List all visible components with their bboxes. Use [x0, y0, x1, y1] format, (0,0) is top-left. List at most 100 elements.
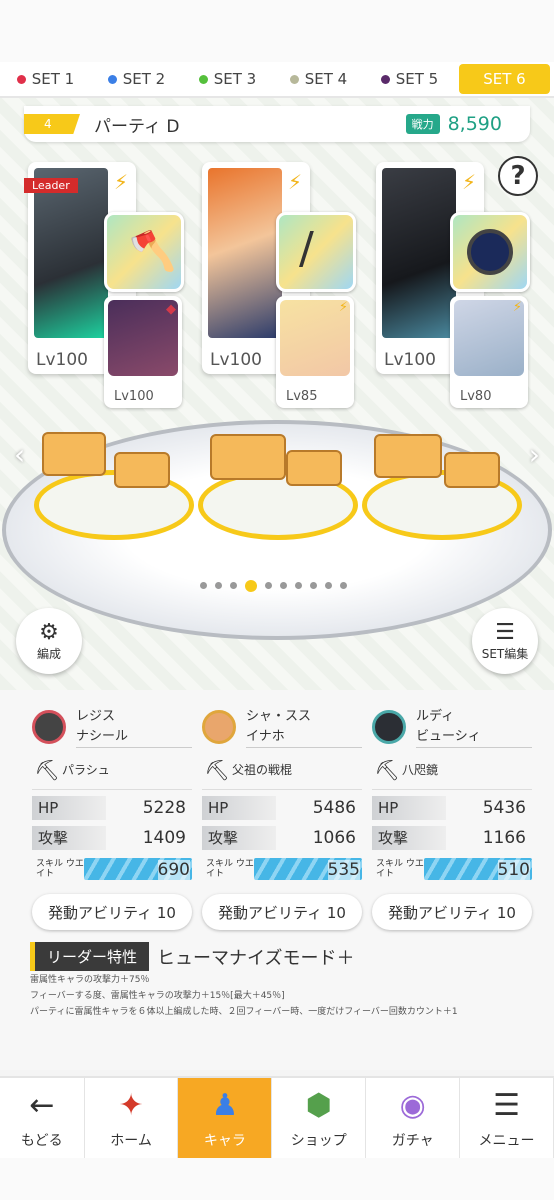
- header-decoration: [0, 0, 554, 64]
- hp-stat: HP 5486: [202, 796, 362, 820]
- set-edit-button[interactable]: ☰ SET編集: [472, 608, 538, 674]
- hp-stat: HP 5228: [32, 796, 192, 820]
- attack-stat: 攻撃 1066: [202, 826, 362, 850]
- bottom-nav: ← もどる ✦ ホーム ♟ キャラ ⬢ ショップ ◉ ガチャ ☰ メニュー: [0, 1076, 554, 1158]
- set-color-dot: [107, 74, 117, 84]
- set-color-dot: [198, 74, 208, 84]
- nav-shop[interactable]: ⬢ ショップ: [272, 1078, 367, 1158]
- pedestal: [114, 452, 170, 488]
- bottom-bar: [0, 1158, 554, 1200]
- weapon-icon: ⛏: [34, 757, 60, 782]
- weapon-row: ⛏ パラシュ: [32, 750, 192, 790]
- power-value: 8,590: [447, 113, 502, 135]
- nav-chara[interactable]: ♟ キャラ: [178, 1078, 273, 1158]
- thunder-element-icon: ⚡: [512, 300, 522, 315]
- tab-set-6[interactable]: SET 6: [459, 64, 550, 94]
- page-dot[interactable]: [310, 582, 317, 589]
- formation-icon: ⚙: [39, 619, 59, 645]
- hp-stat: HP 5436: [372, 796, 532, 820]
- main-level: Lv100: [210, 350, 262, 370]
- weapon-slot[interactable]: [450, 212, 530, 292]
- party-name[interactable]: パーティ D: [94, 112, 406, 137]
- leader-trait-description: 雷属性キャラの攻撃力＋75％ フィーバーする度、雷属性キャラの攻撃力＋15％[最…: [30, 975, 458, 1017]
- attack-stat: 攻撃 1409: [32, 826, 192, 850]
- ability-button[interactable]: 発動アビリティ 10: [202, 894, 362, 930]
- character-portrait: [34, 168, 108, 338]
- prev-arrow-icon[interactable]: ‹: [14, 438, 25, 471]
- shop-icon: ⬢: [305, 1088, 332, 1123]
- character-portrait: [382, 168, 456, 338]
- next-arrow-icon[interactable]: ›: [529, 438, 540, 471]
- party-scene: SET 1 SET 2 SET 3 SET 4 SET 5 SET 6 4 パー…: [0, 0, 554, 690]
- page-indicator: [200, 580, 347, 592]
- character-status-column: ルディ ビューシィ ⛏ 八咫鏡 HP 5436 攻撃 1166 スキル ウエイト 510…: [372, 704, 532, 930]
- set-color-dot: [16, 74, 26, 84]
- gacha-icon: ◉: [399, 1088, 426, 1123]
- main-level: Lv100: [36, 350, 88, 370]
- chara-icon: ♟: [211, 1088, 239, 1123]
- weapon-icon: ⛏: [374, 757, 400, 782]
- menu-icon: ☰: [493, 1088, 520, 1123]
- page-dot-active[interactable]: [245, 580, 257, 592]
- ability-button[interactable]: 発動アビリティ 10: [372, 894, 532, 930]
- skill-wait-stat: スキル ウエイト 510: [376, 858, 532, 880]
- page-dot[interactable]: [340, 582, 347, 589]
- tab-set-5[interactable]: SET 5: [364, 62, 455, 96]
- main-level: Lv100: [384, 350, 436, 370]
- skill-wait-stat: スキル ウエイト 690: [36, 858, 192, 880]
- weapon-slot[interactable]: /: [276, 212, 356, 292]
- back-arrow-icon: ←: [29, 1088, 55, 1123]
- character-header: シャ・スス イナホ: [202, 704, 362, 750]
- leader-tag: Leader: [24, 178, 78, 193]
- mace-weapon-icon: /: [299, 223, 314, 274]
- tab-set-4[interactable]: SET 4: [273, 62, 364, 96]
- tab-set-3[interactable]: SET 3: [182, 62, 273, 96]
- page-dot[interactable]: [295, 582, 302, 589]
- tab-set-1[interactable]: SET 1: [0, 62, 91, 96]
- nav-home[interactable]: ✦ ホーム: [85, 1078, 179, 1158]
- pedestal: [42, 432, 106, 476]
- character-header: ルディ ビューシィ: [372, 704, 532, 750]
- help-icon[interactable]: ?: [498, 156, 538, 196]
- pedestal: [444, 452, 500, 488]
- tab-set-2[interactable]: SET 2: [91, 62, 182, 96]
- character-names: シャ・スス イナホ: [246, 707, 362, 748]
- page-dot[interactable]: [215, 582, 222, 589]
- set-color-dot: [289, 74, 299, 84]
- character-name: ルディ: [416, 708, 455, 724]
- pedestal: [210, 434, 286, 480]
- thunder-element-icon: ⚡: [287, 170, 302, 194]
- ability-button[interactable]: 発動アビリティ 10: [32, 894, 192, 930]
- thunder-element-icon: ⚡: [461, 170, 476, 194]
- thunder-element-icon: ⚡: [338, 300, 348, 315]
- weapon-icon: ⛏: [204, 757, 230, 782]
- set-color-dot: [380, 74, 390, 84]
- weapon-slot[interactable]: 🪓: [104, 212, 184, 292]
- formation-button[interactable]: ⚙ 編成: [16, 608, 82, 674]
- skill-wait-bar: 510: [424, 858, 532, 880]
- character-avatar: [32, 710, 66, 744]
- support-name: ビューシィ: [416, 728, 481, 744]
- element-icon: ◆: [166, 302, 176, 317]
- thunder-element-icon: ⚡: [113, 170, 128, 194]
- page-dot[interactable]: [265, 582, 272, 589]
- party-number: 4: [24, 114, 80, 134]
- leader-trait-header: リーダー特性 ヒューマナイズモード＋: [30, 942, 354, 971]
- character-status-column: シャ・スス イナホ ⛏ 父祖の戦棍 HP 5486 攻撃 1066 スキル ウエイト 5…: [202, 704, 362, 930]
- weapon-row: ⛏ 父祖の戦棍: [202, 750, 362, 790]
- nav-gacha[interactable]: ◉ ガチャ: [366, 1078, 461, 1158]
- leader-trait-name: ヒューマナイズモード＋: [157, 947, 355, 969]
- mirror-weapon-icon: [467, 229, 513, 275]
- page-dot[interactable]: [230, 582, 237, 589]
- skill-wait-stat: スキル ウエイト 535: [206, 858, 362, 880]
- page-dot[interactable]: [200, 582, 207, 589]
- character-avatar: [202, 710, 236, 744]
- page-dot[interactable]: [280, 582, 287, 589]
- weapon-row: ⛏ 八咫鏡: [372, 750, 532, 790]
- nav-menu[interactable]: ☰ メニュー: [460, 1078, 554, 1158]
- support-name: イナホ: [246, 728, 285, 744]
- party-bar: 4 パーティ D 戦力 8,590: [24, 106, 530, 142]
- nav-back[interactable]: ← もどる: [0, 1078, 85, 1158]
- page-dot[interactable]: [325, 582, 332, 589]
- list-icon: ☰: [495, 619, 515, 645]
